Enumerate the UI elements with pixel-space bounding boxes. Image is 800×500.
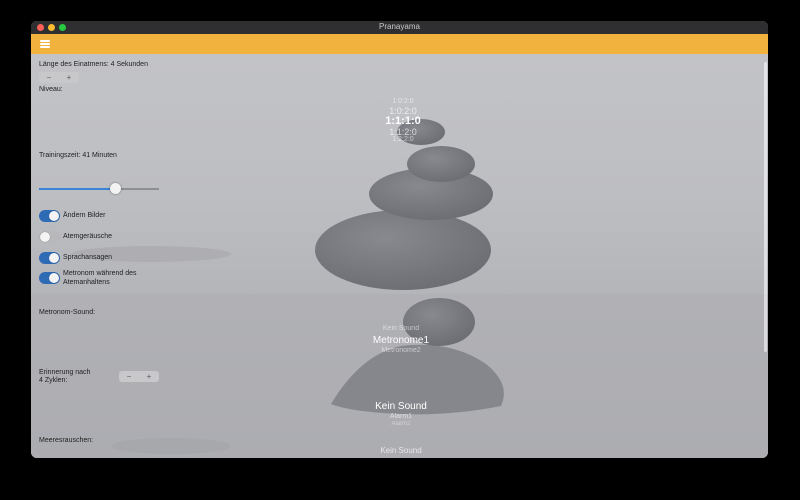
voice-announcements-toggle[interactable] bbox=[39, 252, 60, 264]
metronome-during-hold-label-line2: Atemanhaltens bbox=[63, 279, 110, 286]
reminder-decrement-button[interactable]: − bbox=[119, 372, 139, 381]
reminder-label-line1: Erinnerung nach bbox=[39, 369, 91, 376]
reminder-sound-option[interactable]: Alarm2 bbox=[361, 421, 441, 427]
app-toolbar bbox=[31, 34, 768, 54]
metronome-during-hold-toggle[interactable] bbox=[39, 272, 60, 284]
inhale-length-stepper: − + bbox=[39, 72, 79, 83]
voice-announcements-label: Sprachansagen bbox=[63, 254, 113, 261]
breath-sounds-toggle[interactable] bbox=[39, 231, 60, 243]
sea-sound-option[interactable]: Kein Sound bbox=[361, 446, 441, 455]
slider-knob[interactable] bbox=[110, 183, 122, 194]
reminder-sound-option-selected[interactable]: Kein Sound bbox=[351, 401, 451, 412]
reminder-cycles-stepper: − + bbox=[119, 371, 159, 382]
metronome-sound-option[interactable]: Kein Sound bbox=[361, 325, 441, 332]
sea-sound-label: Meeresrauschen: bbox=[39, 437, 94, 444]
vertical-scrollbar[interactable] bbox=[764, 62, 767, 352]
app-window: Pranayama Länge des Einatmens: 4 Sekunde… bbox=[31, 21, 768, 458]
reminder-increment-button[interactable]: + bbox=[139, 372, 159, 381]
reminder-sound-option[interactable]: Alarm1 bbox=[361, 413, 441, 420]
hamburger-menu-icon[interactable] bbox=[40, 40, 50, 48]
change-images-label: Ändern Bilder bbox=[63, 212, 106, 219]
settings-content: Länge des Einatmens: 4 Sekunden − + Nive… bbox=[31, 54, 768, 458]
metronome-sound-option[interactable]: Metronome2 bbox=[361, 347, 441, 354]
training-time-label: Trainingszeit: 41 Minuten bbox=[39, 152, 117, 159]
reminder-label-line2: 4 Zyklen: bbox=[39, 377, 68, 384]
inhale-length-label: Länge des Einatmens: 4 Sekunden bbox=[39, 61, 148, 68]
training-time-slider[interactable] bbox=[39, 183, 159, 195]
inhale-increment-button[interactable]: + bbox=[59, 73, 79, 82]
level-option[interactable]: 1:0:2:0 bbox=[385, 98, 421, 105]
level-option[interactable]: 1:2:2:0 bbox=[385, 136, 421, 143]
metronome-sound-option-selected[interactable]: Metronome1 bbox=[351, 335, 451, 346]
title-bar: Pranayama bbox=[31, 21, 768, 34]
metronome-sound-label: Metronom-Sound: bbox=[39, 309, 96, 316]
window-title: Pranayama bbox=[379, 22, 420, 31]
level-label: Niveau: bbox=[39, 86, 63, 93]
level-option-selected[interactable]: 1:1:1:0 bbox=[381, 115, 425, 127]
change-images-toggle[interactable] bbox=[39, 210, 60, 222]
metronome-during-hold-label-line1: Metronom während des bbox=[63, 270, 137, 277]
breath-sounds-label: Atemgeräusche bbox=[63, 233, 113, 240]
inhale-decrement-button[interactable]: − bbox=[39, 73, 59, 82]
slider-fill bbox=[39, 188, 116, 190]
